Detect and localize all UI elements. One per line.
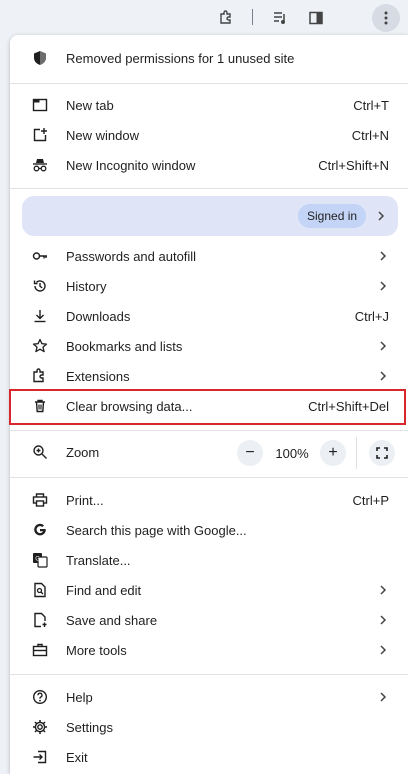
find-in-page-icon: [32, 582, 48, 598]
exit-label: Exit: [66, 749, 88, 765]
signed-in-badge: Signed in: [298, 204, 367, 228]
downloads-shortcut: Ctrl+J: [354, 308, 389, 324]
side-panel-icon[interactable]: [302, 4, 330, 32]
print-shortcut: Ctrl+P: [352, 492, 389, 508]
zoom-item: Zoom: [10, 437, 408, 467]
chevron-right-icon: [379, 280, 387, 292]
extensions-icon[interactable]: [212, 4, 240, 32]
new-window-icon: [32, 127, 48, 143]
fullscreen-button[interactable]: [369, 440, 395, 466]
zoom-in-button[interactable]: +: [320, 440, 346, 466]
divider: [10, 674, 408, 675]
more-menu-icon[interactable]: [372, 4, 400, 32]
translate-icon: G: [32, 552, 48, 568]
divider: [10, 477, 408, 478]
bookmarks-label: Bookmarks and lists: [66, 338, 183, 354]
download-icon: [32, 308, 48, 324]
zoom-out-button[interactable]: −: [237, 440, 263, 466]
incognito-icon: [32, 157, 48, 173]
divider: [10, 83, 408, 84]
history-icon: [32, 278, 48, 294]
more-tools-item[interactable]: More tools: [10, 635, 408, 665]
help-item[interactable]: Help: [10, 682, 408, 712]
toolbar-separator: [252, 9, 253, 25]
chevron-right-icon: [379, 584, 387, 596]
passwords-item[interactable]: Passwords and autofill: [10, 241, 408, 271]
printer-icon: [32, 492, 48, 508]
shield-icon: [32, 50, 48, 66]
clear-browsing-data-item[interactable]: Clear browsing data... Ctrl+Shift+Del: [10, 391, 408, 421]
fullscreen-icon: [376, 447, 388, 459]
svg-text:G: G: [35, 557, 40, 563]
chevron-right-icon: [379, 614, 387, 626]
media-controls-icon[interactable]: [266, 4, 294, 32]
divider: [10, 430, 408, 431]
print-item[interactable]: Print... Ctrl+P: [10, 485, 408, 515]
chevron-right-icon: [379, 691, 387, 703]
puzzle-icon: [32, 368, 48, 384]
translate-item[interactable]: G Translate...: [10, 545, 408, 575]
new-incognito-label: New Incognito window: [66, 157, 196, 173]
browser-toolbar: [0, 0, 408, 36]
settings-label: Settings: [66, 719, 113, 735]
permissions-notice-label: Removed permissions for 1 unused site: [66, 50, 295, 66]
new-tab-icon: [32, 97, 48, 113]
new-window-shortcut: Ctrl+N: [351, 127, 389, 143]
find-and-edit-label: Find and edit: [66, 582, 142, 598]
translate-label: Translate...: [66, 552, 131, 568]
save-page-icon: [32, 612, 48, 628]
downloads-item[interactable]: Downloads Ctrl+J: [10, 301, 408, 331]
passwords-label: Passwords and autofill: [66, 248, 197, 264]
new-incognito-item[interactable]: New Incognito window Ctrl+Shift+N: [10, 150, 408, 180]
print-label: Print...: [66, 492, 104, 508]
clear-browsing-data-label: Clear browsing data...: [66, 398, 193, 414]
permissions-notice-item[interactable]: Removed permissions for 1 unused site: [10, 43, 408, 73]
find-and-edit-item[interactable]: Find and edit: [10, 575, 408, 605]
new-tab-item[interactable]: New tab Ctrl+T: [10, 90, 408, 120]
google-icon: [32, 522, 48, 538]
new-tab-shortcut: Ctrl+T: [353, 97, 389, 113]
minus-icon: −: [245, 444, 255, 461]
profile-row[interactable]: Signed in: [22, 196, 398, 236]
zoom-label: Zoom: [66, 444, 100, 460]
key-icon: [32, 248, 48, 264]
plus-icon: +: [328, 444, 338, 461]
search-with-google-label: Search this page with Google...: [66, 522, 247, 538]
new-window-label: New window: [66, 127, 139, 143]
help-icon: [32, 689, 48, 705]
history-item[interactable]: History: [10, 271, 408, 301]
clear-browsing-data-shortcut: Ctrl+Shift+Del: [308, 398, 389, 414]
gear-icon: [32, 719, 48, 735]
exit-icon: [32, 749, 48, 765]
extensions-item[interactable]: Extensions: [10, 361, 408, 391]
trash-icon: [32, 398, 48, 414]
chevron-right-icon: [379, 340, 387, 352]
zoom-divider: [356, 437, 357, 469]
extensions-label: Extensions: [66, 368, 130, 384]
new-tab-label: New tab: [66, 97, 114, 113]
chevron-right-icon: [377, 210, 385, 222]
downloads-label: Downloads: [66, 308, 131, 324]
chevron-right-icon: [379, 370, 387, 382]
history-label: History: [66, 278, 107, 294]
star-icon: [32, 338, 48, 354]
zoom-level: 100%: [275, 446, 309, 461]
chrome-main-menu: Removed permissions for 1 unused site Ne…: [10, 35, 408, 774]
help-label: Help: [66, 689, 93, 705]
chevron-right-icon: [379, 644, 387, 656]
settings-item[interactable]: Settings: [10, 712, 408, 742]
bookmarks-item[interactable]: Bookmarks and lists: [10, 331, 408, 361]
more-tools-label: More tools: [66, 642, 127, 658]
save-and-share-label: Save and share: [66, 612, 158, 628]
chevron-right-icon: [379, 250, 387, 262]
search-with-google-item[interactable]: Search this page with Google...: [10, 515, 408, 545]
new-incognito-shortcut: Ctrl+Shift+N: [318, 157, 389, 173]
new-window-item[interactable]: New window Ctrl+N: [10, 120, 408, 150]
toolbox-icon: [32, 642, 48, 658]
exit-item[interactable]: Exit: [10, 742, 408, 772]
save-and-share-item[interactable]: Save and share: [10, 605, 408, 635]
divider: [10, 188, 408, 189]
zoom-icon: [32, 444, 48, 460]
